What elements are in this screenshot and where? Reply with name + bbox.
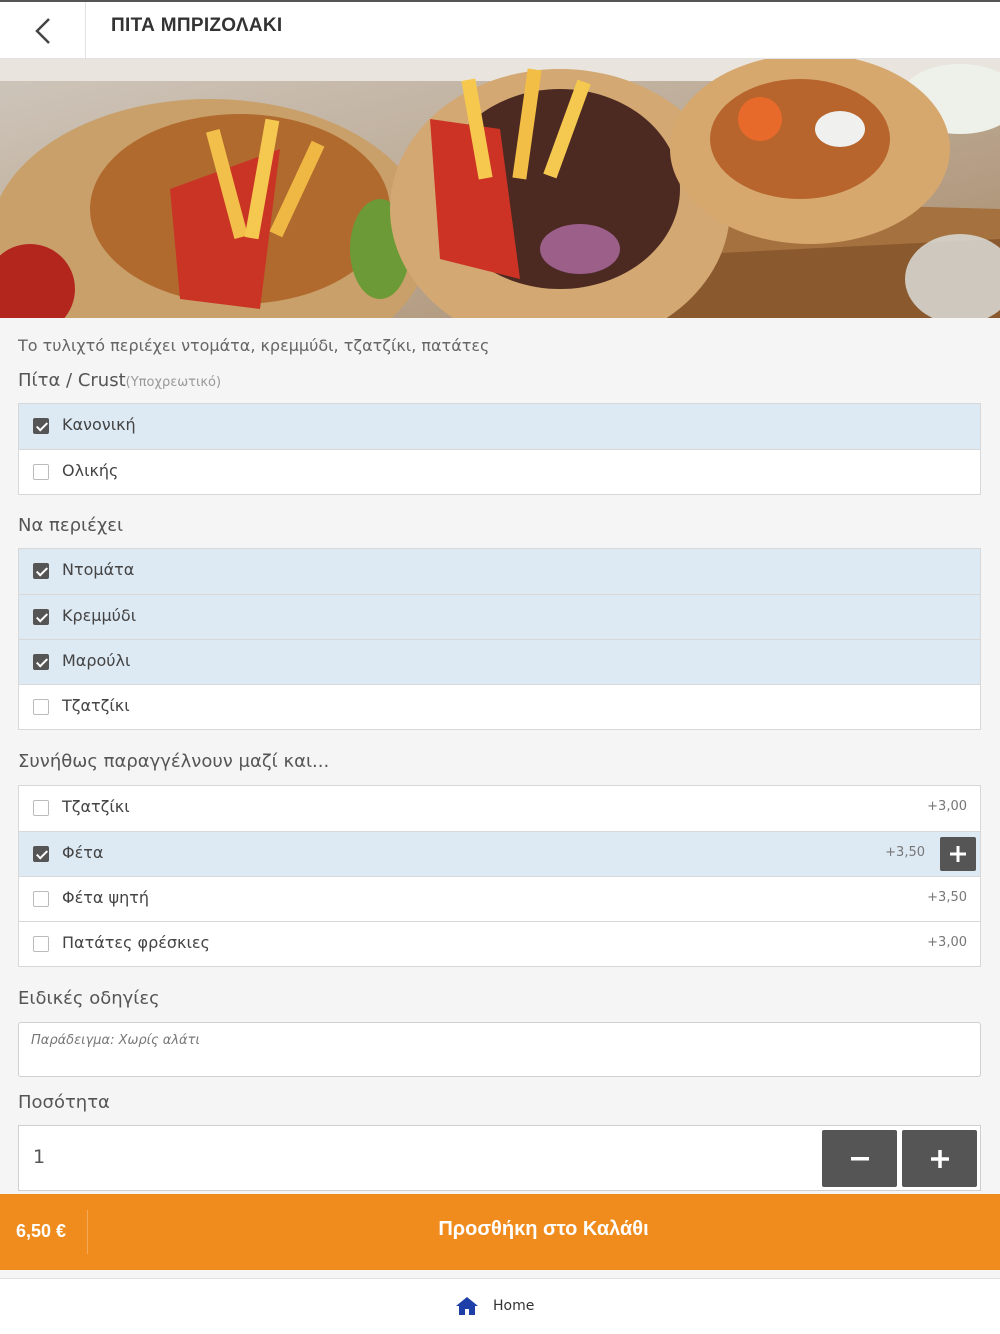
decrease-quantity-button[interactable] xyxy=(822,1130,897,1187)
product-description: Το τυλιχτό περιέχει ντομάτα, κρεμμύδι, τ… xyxy=(18,336,490,355)
chevron-left-icon xyxy=(34,17,50,44)
checkbox[interactable] xyxy=(33,418,49,434)
quantity-section-title: Ποσότητα xyxy=(18,1092,110,1113)
option-label: Μαρούλι xyxy=(62,651,131,670)
option-row[interactable]: Φέτα +3,50 xyxy=(19,831,980,876)
checkbox[interactable] xyxy=(33,609,49,625)
includes-options: Ντομάτα Κρεμμύδι Μαρούλι Τζατζίκι xyxy=(18,548,981,730)
bottom-nav: Home xyxy=(0,1278,1000,1334)
option-label: Κανονική xyxy=(62,415,136,434)
home-icon xyxy=(456,1297,478,1315)
option-price: +3,50 xyxy=(927,890,967,905)
option-label: Πατάτες φρέσκιες xyxy=(62,933,210,952)
home-label: Home xyxy=(493,1298,535,1314)
page-title: ΠΙΤΑ ΜΠΡΙΖΟΛΑΚΙ xyxy=(111,15,283,36)
option-row[interactable]: Ολικής xyxy=(19,449,980,494)
option-row[interactable]: Μαρούλι xyxy=(19,639,980,684)
checkbox[interactable] xyxy=(33,800,49,816)
option-label: Ντομάτα xyxy=(62,560,135,579)
quantity-value[interactable]: 1 xyxy=(33,1146,45,1168)
option-label: Φέτα ψητή xyxy=(62,888,149,907)
option-row[interactable]: Φέτα ψητή +3,50 xyxy=(19,876,980,921)
includes-section-title: Να περιέχει xyxy=(18,515,124,536)
option-label: Τζατζίκι xyxy=(62,797,130,816)
add-to-cart-label: Προσθήκη στο Καλάθι xyxy=(438,1218,649,1240)
crust-title-text: Πίτα / Crust xyxy=(18,370,126,391)
option-row[interactable]: Πατάτες φρέσκιες +3,00 xyxy=(19,921,980,966)
home-link[interactable]: Home xyxy=(455,1296,534,1316)
increase-extra-button[interactable] xyxy=(940,837,976,871)
option-row[interactable]: Κρεμμύδι xyxy=(19,594,980,639)
option-row[interactable]: Κανονική xyxy=(19,404,980,449)
option-price: +3,50 xyxy=(885,845,925,860)
option-label: Τζατζίκι xyxy=(62,696,130,715)
checkbox[interactable] xyxy=(33,563,49,579)
plus-icon xyxy=(930,1149,949,1168)
checkbox[interactable] xyxy=(33,936,49,952)
add-to-cart-button[interactable]: 6,50 € Προσθήκη στο Καλάθι xyxy=(0,1194,1000,1270)
checkbox[interactable] xyxy=(33,464,49,480)
option-label: Κρεμμύδι xyxy=(62,606,137,625)
extras-options: Τζατζίκι +3,00 Φέτα +3,50 Φέτα ψητή +3,5… xyxy=(18,785,981,967)
special-instructions-input[interactable] xyxy=(18,1022,981,1077)
quantity-stepper: 1 xyxy=(18,1125,981,1191)
option-row[interactable]: Τζατζίκι +3,00 xyxy=(19,786,980,831)
extras-section-title: Συνήθως παραγγέλνουν μαζί και... xyxy=(18,751,330,772)
required-note: (Υποχρεωτικό) xyxy=(125,375,222,390)
option-label: Φέτα xyxy=(62,843,104,862)
back-button[interactable] xyxy=(0,2,86,59)
total-price: 6,50 € xyxy=(16,1221,67,1241)
plus-icon xyxy=(950,846,966,862)
product-image xyxy=(0,59,1000,318)
option-price: +3,00 xyxy=(927,799,967,814)
option-price: +3,00 xyxy=(927,935,967,950)
checkbox[interactable] xyxy=(33,654,49,670)
notes-section-title: Ειδικές οδηγίες xyxy=(18,988,160,1009)
top-bar: ΠΙΤΑ ΜΠΡΙΖΟΛΑΚΙ xyxy=(0,0,1000,59)
crust-section-title: Πίτα / Crust(Υποχρεωτικό) xyxy=(18,370,221,391)
increase-quantity-button[interactable] xyxy=(902,1130,977,1187)
checkbox[interactable] xyxy=(33,699,49,715)
checkbox[interactable] xyxy=(33,891,49,907)
minus-icon xyxy=(850,1156,869,1160)
option-row[interactable]: Ντομάτα xyxy=(19,549,980,594)
checkbox[interactable] xyxy=(33,846,49,862)
option-label: Ολικής xyxy=(62,461,119,480)
option-row[interactable]: Τζατζίκι xyxy=(19,684,980,729)
crust-options: Κανονική Ολικής xyxy=(18,403,981,495)
